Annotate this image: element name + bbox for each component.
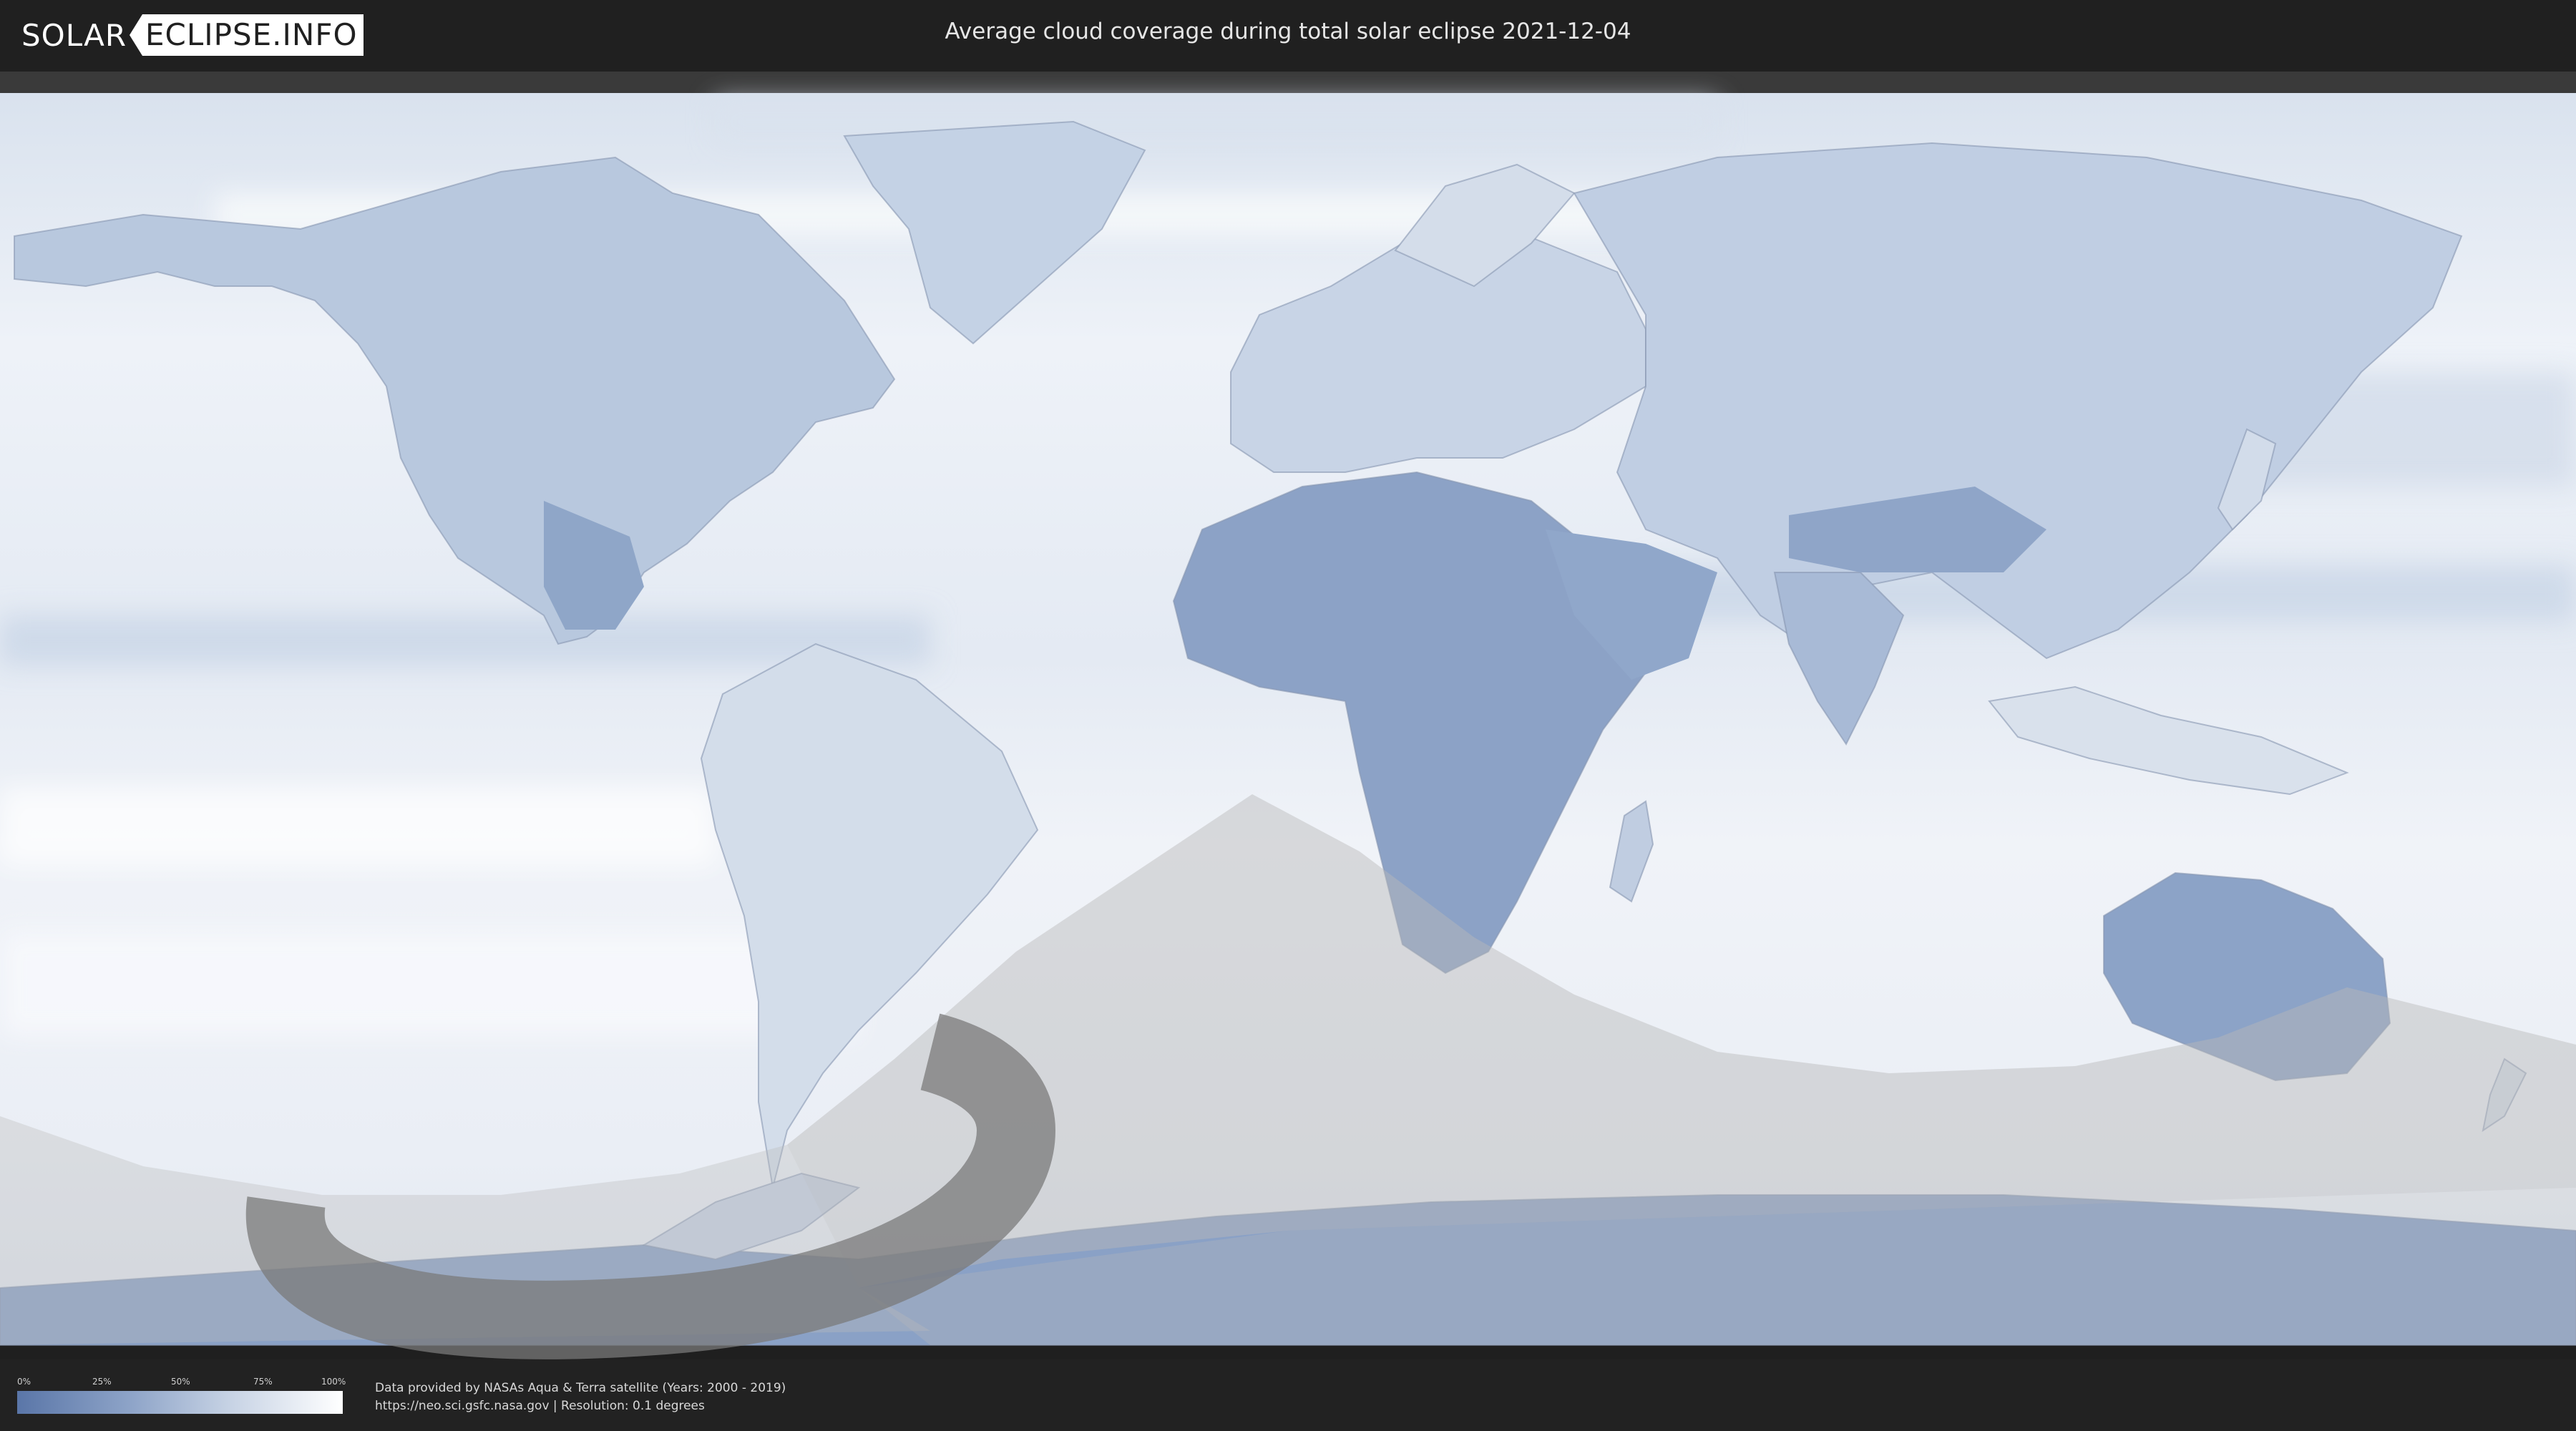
legend-ticks: 0% 25% 50% 75% 100% xyxy=(17,1377,346,1388)
data-credits: Data provided by NASAs Aqua & Terra sate… xyxy=(375,1379,786,1415)
cloud-coverage-legend: 0% 25% 50% 75% 100% xyxy=(17,1377,346,1414)
legend-tick-75: 75% xyxy=(253,1377,273,1387)
header-bar: SOLAR ECLIPSE.INFO Average cloud coverag… xyxy=(0,0,2576,72)
legend-tick-25: 25% xyxy=(92,1377,112,1387)
footer-bar: 0% 25% 50% 75% 100% Data provided by NAS… xyxy=(0,1359,2576,1431)
legend-tick-0: 0% xyxy=(17,1377,31,1387)
legend-gradient-bar xyxy=(17,1391,343,1414)
cloud-coverage-map xyxy=(0,72,2576,1359)
credits-source: Data provided by NASAs Aqua & Terra sate… xyxy=(375,1381,786,1395)
map-top-strip xyxy=(0,72,2576,93)
legend-tick-50: 50% xyxy=(171,1377,190,1387)
page-title: Average cloud coverage during total sola… xyxy=(945,19,1631,44)
credits-link[interactable]: https://neo.sci.gsfc.nasa.gov | Resoluti… xyxy=(375,1397,786,1415)
legend-tick-100: 100% xyxy=(321,1377,346,1387)
